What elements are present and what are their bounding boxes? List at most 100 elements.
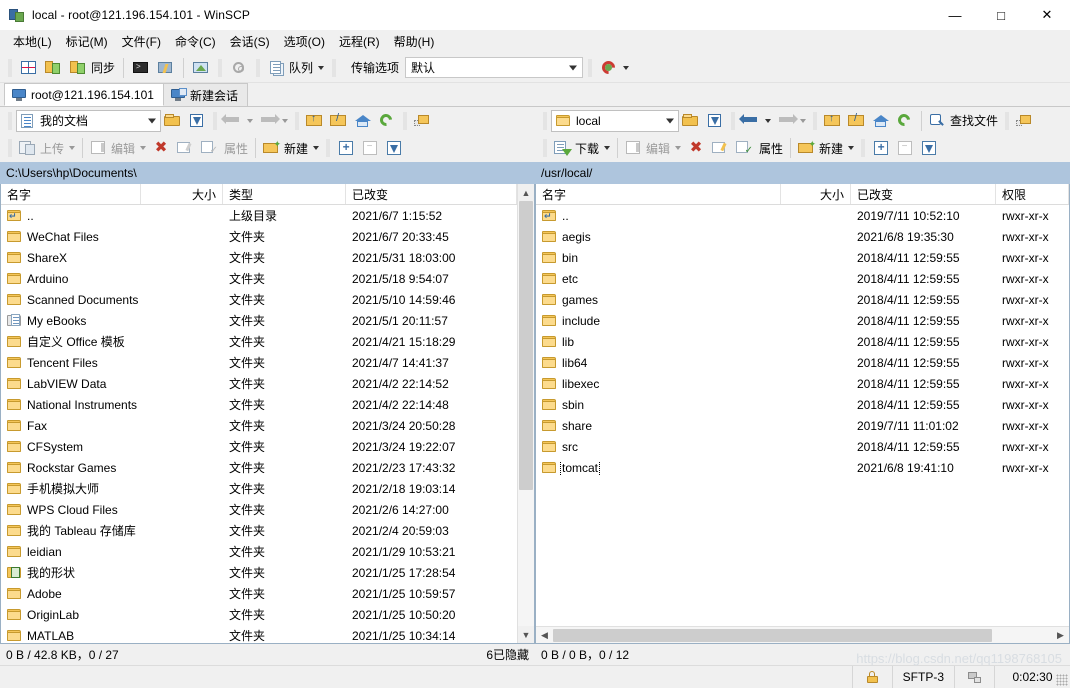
local-home-directory-button[interactable] xyxy=(351,109,375,133)
table-row[interactable]: src 2018/4/11 12:59:55 rwxr-xr-x xyxy=(536,436,1069,457)
chevron-down-icon[interactable] xyxy=(313,146,320,150)
header-type[interactable]: 类型 xyxy=(223,184,346,204)
scroll-thumb[interactable] xyxy=(519,201,533,490)
header-size[interactable]: 大小 xyxy=(141,184,223,204)
chevron-down-icon[interactable] xyxy=(765,118,771,123)
remote-selection-filter-button[interactable] xyxy=(917,136,941,160)
table-row[interactable]: LabVIEW Data 文件夹 2021/4/2 22:14:52 xyxy=(1,373,517,394)
local-forward-button[interactable] xyxy=(256,109,291,133)
table-row[interactable]: Adobe 文件夹 2021/1/25 10:59:57 xyxy=(1,583,517,604)
menu-options[interactable]: 选项(O) xyxy=(277,30,332,53)
remote-properties-button[interactable]: 属性 xyxy=(756,136,786,160)
menu-session[interactable]: 会话(S) xyxy=(223,30,277,53)
remote-home-directory-button[interactable] xyxy=(869,109,893,133)
menu-local[interactable]: 本地(L) xyxy=(6,30,59,53)
chevron-down-icon[interactable] xyxy=(666,118,674,123)
remote-properties-icon-button[interactable]: ✓ xyxy=(732,136,756,160)
remote-directory-combo[interactable]: local xyxy=(551,109,679,132)
scroll-track[interactable] xyxy=(553,628,1052,643)
table-row[interactable]: sbin 2018/4/11 12:59:55 rwxr-xr-x xyxy=(536,394,1069,415)
remote-parent-directory-button[interactable] xyxy=(821,109,845,133)
chevron-down-icon[interactable] xyxy=(848,146,855,150)
upload-button[interactable]: 上传 xyxy=(16,136,78,160)
tab-session-root[interactable]: root@121.196.154.101 xyxy=(4,83,164,106)
chevron-down-icon[interactable] xyxy=(69,146,76,150)
chevron-down-icon[interactable] xyxy=(247,118,253,123)
resize-grip[interactable] xyxy=(1056,674,1068,686)
table-row[interactable]: tomcat 2021/6/8 19:41:10 rwxr-xr-x xyxy=(536,457,1069,478)
chevron-down-icon[interactable] xyxy=(148,118,156,123)
preferences-button[interactable] xyxy=(227,56,251,80)
menu-mark[interactable]: 标记(M) xyxy=(59,30,115,53)
table-row[interactable]: share 2019/7/11 11:01:02 rwxr-xr-x xyxy=(536,415,1069,436)
table-row[interactable]: WeChat Files 文件夹 2021/6/7 20:33:45 xyxy=(1,226,517,247)
table-row[interactable]: 自定义 Office 模板 文件夹 2021/4/21 15:18:29 xyxy=(1,331,517,352)
remote-open-directory-button[interactable] xyxy=(679,109,703,133)
remote-new-button[interactable]: ✦ 新建 xyxy=(795,136,857,160)
table-row[interactable]: Arduino 文件夹 2021/5/18 9:54:07 xyxy=(1,268,517,289)
local-deselect-button[interactable] xyxy=(358,136,382,160)
chevron-down-icon[interactable] xyxy=(318,65,325,70)
local-root-directory-button[interactable] xyxy=(327,109,351,133)
local-back-button[interactable] xyxy=(221,109,256,133)
remote-back-button[interactable] xyxy=(739,109,774,133)
local-new-button[interactable]: ✦ 新建 xyxy=(260,136,322,160)
table-row[interactable]: Rockstar Games 文件夹 2021/2/23 17:43:32 xyxy=(1,457,517,478)
scroll-right-icon[interactable]: ▶ xyxy=(1052,627,1069,644)
scroll-left-icon[interactable]: ◀ xyxy=(536,627,553,644)
local-tree-button[interactable] xyxy=(411,109,435,133)
local-rename-button[interactable] xyxy=(173,136,197,160)
local-parent-directory-button[interactable] xyxy=(303,109,327,133)
local-refresh-button[interactable] xyxy=(375,109,399,133)
remote-rename-button[interactable] xyxy=(708,136,732,160)
local-properties-button[interactable]: 属性 xyxy=(221,136,251,160)
table-row[interactable]: aegis 2021/6/8 19:35:30 rwxr-xr-x xyxy=(536,226,1069,247)
open-terminal-button[interactable] xyxy=(129,56,153,80)
table-row[interactable]: OriginLab 文件夹 2021/1/25 10:50:20 xyxy=(1,604,517,625)
local-edit-button[interactable]: 编辑 xyxy=(87,136,149,160)
table-row[interactable]: libexec 2018/4/11 12:59:55 rwxr-xr-x xyxy=(536,373,1069,394)
remote-filter-button[interactable] xyxy=(703,109,727,133)
table-row[interactable]: ↵.. 上级目录 2021/6/7 1:15:52 xyxy=(1,205,517,226)
table-row[interactable]: 手机模拟大师 文件夹 2021/2/18 19:03:14 xyxy=(1,478,517,499)
table-row[interactable]: CFSystem 文件夹 2021/3/24 19:22:07 xyxy=(1,436,517,457)
chevron-down-icon[interactable] xyxy=(282,118,288,123)
header-size[interactable]: 大小 xyxy=(781,184,851,204)
queue-button[interactable]: 队列 xyxy=(265,56,327,80)
remote-edit-button[interactable]: 编辑 xyxy=(622,136,684,160)
table-row[interactable]: Scanned Documents 文件夹 2021/5/10 14:59:46 xyxy=(1,289,517,310)
table-row[interactable]: My eBooks 文件夹 2021/5/1 20:11:57 xyxy=(1,310,517,331)
local-open-directory-button[interactable] xyxy=(161,109,185,133)
table-row[interactable]: 我的形状 文件夹 2021/1/25 17:28:54 xyxy=(1,562,517,583)
chevron-down-icon[interactable] xyxy=(140,146,147,150)
local-selection-filter-button[interactable] xyxy=(382,136,406,160)
local-properties-icon-button[interactable]: ✓ xyxy=(197,136,221,160)
keep-remote-updated-button[interactable] xyxy=(189,56,213,80)
chevron-down-icon[interactable] xyxy=(800,118,806,123)
header-changed[interactable]: 已改变 xyxy=(346,184,517,204)
menu-files[interactable]: 文件(F) xyxy=(115,30,168,53)
table-row[interactable]: leidian 文件夹 2021/1/29 10:53:21 xyxy=(1,541,517,562)
table-row[interactable]: games 2018/4/11 12:59:55 rwxr-xr-x xyxy=(536,289,1069,310)
remote-forward-button[interactable] xyxy=(774,109,809,133)
header-changed[interactable]: 已改变 xyxy=(851,184,996,204)
remote-root-directory-button[interactable] xyxy=(845,109,869,133)
remote-select-button[interactable] xyxy=(869,136,893,160)
transfer-preset-combo[interactable]: 默认 xyxy=(405,57,584,78)
close-button[interactable]: ✕ xyxy=(1024,0,1070,30)
synchronize-browsing-button[interactable] xyxy=(42,56,66,80)
table-row[interactable]: include 2018/4/11 12:59:55 rwxr-xr-x xyxy=(536,310,1069,331)
menu-help[interactable]: 帮助(H) xyxy=(387,30,442,53)
remote-tree-button[interactable] xyxy=(1013,109,1037,133)
table-row[interactable]: Fax 文件夹 2021/3/24 20:50:28 xyxy=(1,415,517,436)
chevron-down-icon[interactable] xyxy=(623,65,630,70)
local-select-button[interactable] xyxy=(334,136,358,160)
header-permissions[interactable]: 权限 xyxy=(996,184,1069,204)
remote-delete-button[interactable]: ✖ xyxy=(684,136,708,160)
scroll-up-icon[interactable]: ▲ xyxy=(518,184,534,201)
remote-deselect-button[interactable] xyxy=(893,136,917,160)
find-files-button[interactable]: 查找文件 xyxy=(926,109,1001,133)
minimize-button[interactable]: — xyxy=(932,0,978,30)
header-name[interactable]: 名字 xyxy=(1,184,141,204)
local-path-bar[interactable]: C:\Users\hp\Documents\ xyxy=(0,162,535,184)
